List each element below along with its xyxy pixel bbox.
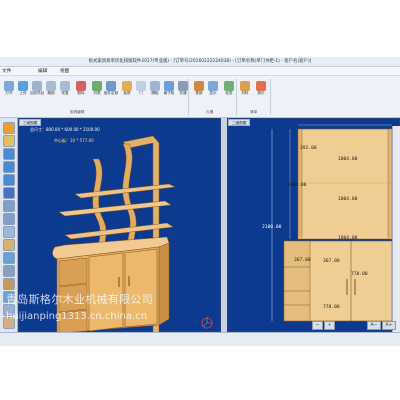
center-panel-readout: 中心板：10 * 577.00 [54, 138, 94, 143]
display-icon [208, 81, 218, 91]
ribbon-button-17[interactable]: 报价 [254, 81, 268, 96]
zoom-in-button[interactable]: + [324, 321, 335, 330]
vertical-scrollbar[interactable] [392, 126, 400, 332]
blank-area [0, 346, 400, 400]
material-swatch-icon[interactable] [3, 122, 15, 134]
add-project-icon [32, 81, 42, 91]
zoom-icon[interactable] [3, 200, 15, 212]
open-icon [4, 81, 14, 91]
view-top-icon[interactable] [3, 161, 15, 173]
ribbon-separator [188, 79, 189, 115]
upload-icon [18, 81, 28, 91]
redo-icon [60, 81, 70, 91]
delete-icon [76, 81, 86, 91]
material-icon [240, 81, 250, 91]
watermark-company: 青岛斯格尔木业机械有限公司 [6, 293, 153, 306]
ribbon-separator [270, 79, 271, 115]
ribbon-group-label: 孔槽 [206, 110, 214, 114]
dim-left-height: 2100.00 [262, 225, 282, 230]
menu-bar: 文件 编辑 视图 [0, 67, 400, 76]
menu-edit[interactable]: 编辑 [38, 67, 47, 76]
check-icon [224, 81, 234, 91]
pan-icon[interactable] [3, 213, 15, 225]
undo-icon [46, 81, 56, 91]
dim-low-mid-2: 778.00 [323, 305, 340, 310]
ribbon-toolbar: 打开 上传 加到项目 撤销 恢复 删除 切角 板件定制 抽屉门隔板 格子柜 衣通 更新 显示 检查 材料 报价… [0, 76, 400, 118]
dim-top-width: 1004.00 [338, 157, 358, 162]
dim-low-left: 367.00 [294, 258, 311, 263]
window-title: 板式家具拆单优化排版软件2017(专业版) - [订单号(20160222224… [0, 57, 400, 67]
drawer-icon [122, 81, 132, 91]
dim-cut-label: 1004.00 [338, 197, 358, 202]
rail-icon [178, 81, 188, 91]
grid-cabinet-icon [164, 81, 174, 91]
wire-icon[interactable] [3, 265, 15, 277]
shelf-icon [150, 81, 160, 91]
menu-view[interactable]: 视图 [60, 67, 69, 76]
ribbon-group-label: 清单 [250, 110, 258, 114]
layer-icon[interactable] [3, 226, 15, 238]
dim-low-left-2: 367.00 [323, 259, 340, 264]
dim-mid-width: 1004.00 [338, 236, 358, 241]
ribbon-button-label: 报价 [257, 91, 265, 95]
view-side-icon[interactable] [3, 174, 15, 186]
menu-file[interactable]: 文件 [2, 67, 11, 76]
view-front-icon[interactable] [3, 148, 15, 160]
dim-center-label: 1004.00 [287, 183, 307, 188]
font-smaller-button[interactable]: A− [367, 321, 381, 330]
cabinet-2d-elevation [271, 124, 393, 322]
font-larger-button[interactable]: A+ [382, 321, 396, 330]
watermark-url: huijianping1313.cn.china.cn [6, 311, 148, 322]
palette-icon[interactable] [3, 135, 15, 147]
grid-icon[interactable] [3, 252, 15, 264]
dim-low-mid: 778.00 [351, 272, 368, 277]
quote-icon [256, 81, 266, 91]
door-icon [136, 81, 146, 91]
status-bar [0, 332, 400, 346]
overall-size-readout: 总尺寸：800.00 * 600.00 * 2100.00 [30, 127, 100, 132]
box-icon[interactable] [3, 239, 15, 251]
ribbon-separator [236, 79, 237, 115]
panel-custom-icon [106, 81, 116, 91]
zoom-out-button[interactable]: − [312, 321, 323, 330]
shade-icon[interactable] [3, 278, 15, 290]
chamfer-icon [92, 81, 102, 91]
update-icon [194, 81, 204, 91]
rotate-icon[interactable] [3, 187, 15, 199]
dim-top-left: 392.00 [300, 146, 317, 151]
ribbon-group-label: 家具编辑 [70, 110, 85, 114]
axis-gizmo-icon [201, 317, 213, 329]
